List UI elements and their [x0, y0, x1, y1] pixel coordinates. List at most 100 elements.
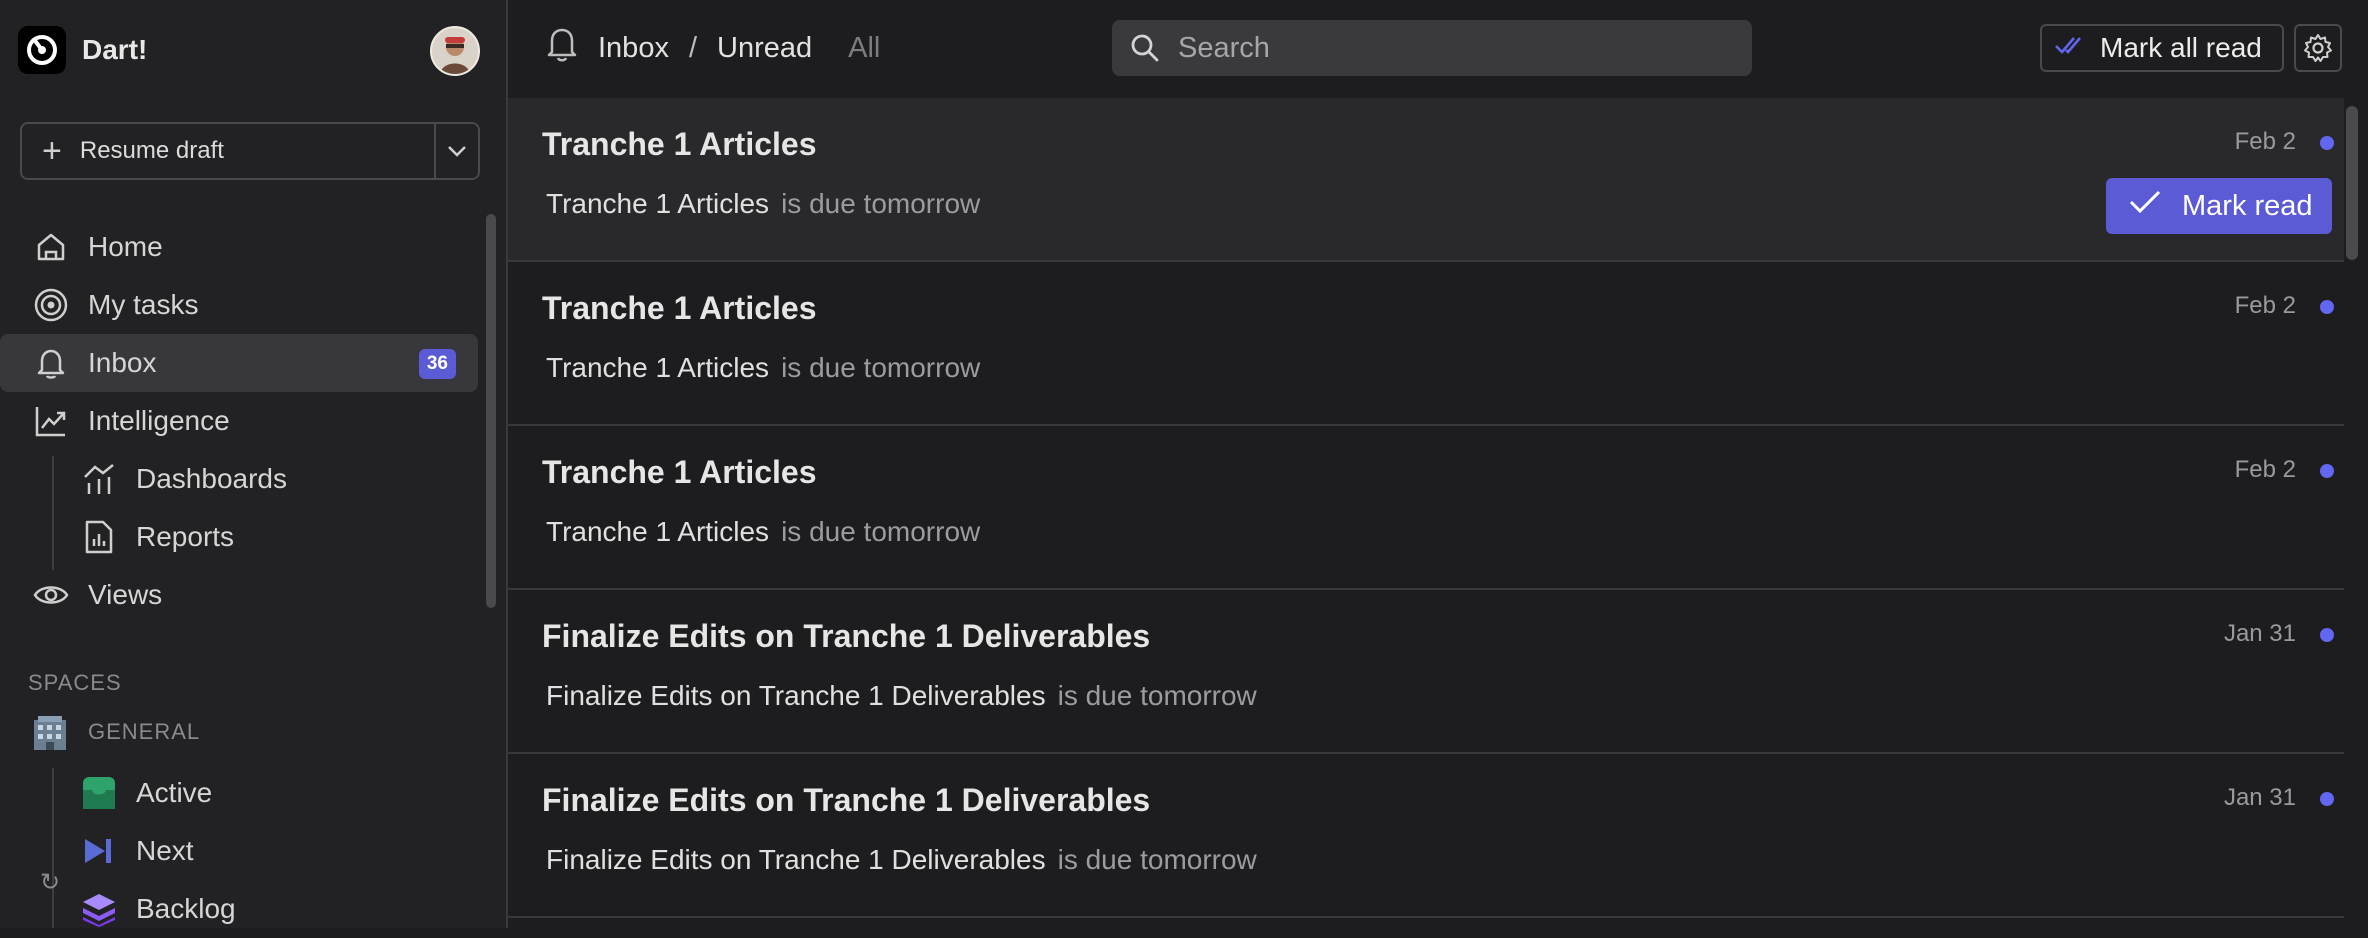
target-icon — [32, 286, 70, 324]
notification-message: is due tomorrow — [781, 516, 981, 547]
tab-unread[interactable]: Unread — [717, 32, 812, 65]
sidebar-item-intelligence[interactable]: Intelligence — [0, 392, 478, 450]
notification-message: is due tomorrow — [781, 188, 981, 219]
sidebar-item-dashboards[interactable]: Dashboards — [0, 450, 478, 508]
dartboard-item-next[interactable]: Next — [0, 822, 478, 880]
sidebar-item-label: Intelligence — [88, 405, 230, 436]
notification-date: Feb 2 — [2234, 456, 2296, 483]
breadcrumb-inbox[interactable]: Inbox — [598, 32, 669, 65]
sidebar: Dart! + Resume draft Home My tasks Inbox… — [0, 0, 508, 928]
unread-dot — [2320, 464, 2334, 478]
notification-task-link[interactable]: Tranche 1 Articles — [546, 188, 769, 219]
notification-date: Feb 2 — [2234, 292, 2296, 319]
topbar: Inbox / Unread All Mark all read — [508, 0, 2368, 96]
sidebar-item-my-tasks[interactable]: My tasks — [0, 276, 478, 334]
workspace-switcher[interactable]: Dart! — [18, 24, 480, 76]
dartboard-list: Active Next Backlog — [0, 764, 478, 938]
check-icon — [2128, 189, 2162, 223]
unread-count-badge: 36 — [418, 349, 456, 379]
notification-body: Tranche 1 Articles is due tomorrow — [546, 516, 980, 548]
notification-date: Jan 31 — [2223, 784, 2296, 811]
notification-title: Finalize Edits on Tranche 1 Deliverables — [542, 782, 1151, 818]
unread-dot — [2320, 792, 2334, 806]
dart-logo-icon — [18, 26, 66, 74]
inbox-tray-icon — [80, 774, 118, 812]
sidebar-item-label: My tasks — [88, 289, 199, 320]
sidebar-scrollbar[interactable] — [486, 214, 496, 608]
bell-icon — [32, 344, 70, 382]
notification-title: Tranche 1 Articles — [542, 290, 817, 326]
notification-title: Finalize Edits on Tranche 1 Deliverables — [542, 618, 1151, 654]
search-icon — [1131, 34, 1159, 62]
dartboard-label: Active — [136, 777, 213, 808]
workspace-name: Dart! — [82, 34, 148, 65]
tab-all[interactable]: All — [848, 32, 880, 65]
notification-message: is due tomorrow — [781, 352, 981, 383]
bell-icon — [544, 25, 580, 71]
breadcrumb: Inbox / Unread All — [544, 22, 880, 74]
notification-item[interactable]: Finalize Edits on Tranche 1 Deliverables… — [508, 754, 2344, 918]
sidebar-item-label: Inbox — [88, 347, 157, 378]
sidebar-nav: Home My tasks Inbox 36 Intelligence Dash… — [0, 218, 478, 624]
dartboard-label: Backlog — [136, 893, 236, 924]
sidebar-item-reports[interactable]: Reports — [0, 508, 478, 566]
notification-body: Tranche 1 Articles is due tomorrow — [546, 352, 980, 384]
notification-body: Finalize Edits on Tranche 1 Deliverables… — [546, 680, 1257, 712]
resume-draft-button[interactable]: + Resume draft — [22, 124, 434, 178]
notification-title: Tranche 1 Articles — [542, 126, 817, 162]
dartboard-item-active[interactable]: Active — [0, 764, 478, 822]
chevron-down-icon — [448, 146, 466, 157]
resume-draft-control: + Resume draft — [20, 122, 480, 180]
notification-task-link[interactable]: Finalize Edits on Tranche 1 Deliverables — [546, 680, 1046, 711]
dashboards-icon — [80, 460, 118, 498]
mark-all-read-button[interactable]: Mark all read — [2040, 24, 2284, 72]
main-scrollbar[interactable] — [2346, 106, 2358, 260]
notification-item[interactable]: Tranche 1 Articles Tranche 1 Articles is … — [508, 426, 2344, 590]
notification-body: Finalize Edits on Tranche 1 Deliverables… — [546, 844, 1257, 876]
notification-body: Tranche 1 Articles is due tomorrow — [546, 188, 980, 220]
dartboard-item-backlog[interactable]: Backlog — [0, 880, 478, 938]
spaces-heading: SPACES — [28, 670, 122, 695]
notification-item[interactable]: Tranche 1 Articles Tranche 1 Articles is … — [508, 98, 2344, 262]
notification-message: is due tomorrow — [1057, 680, 1257, 711]
space-general[interactable]: GENERAL — [30, 712, 200, 752]
mark-read-button[interactable]: Mark read — [2106, 178, 2332, 234]
inbox-main: Inbox / Unread All Mark all read Tranche… — [508, 0, 2368, 928]
sidebar-item-label: Dashboards — [136, 463, 287, 494]
next-arrow-icon — [80, 832, 118, 870]
notification-item[interactable]: Tranche 1 Articles Tranche 1 Articles is … — [508, 262, 2344, 426]
double-check-icon — [2054, 32, 2086, 64]
search-bar — [1112, 20, 1752, 76]
notification-message: is due tomorrow — [1057, 844, 1257, 875]
plus-icon: + — [42, 132, 62, 170]
report-icon — [80, 518, 118, 556]
sidebar-item-views[interactable]: Views — [0, 566, 478, 624]
sidebar-item-home[interactable]: Home — [0, 218, 478, 276]
avatar[interactable] — [430, 26, 480, 76]
refresh-icon[interactable]: ↻ — [40, 868, 60, 897]
sidebar-item-label: Views — [88, 579, 163, 610]
notification-task-link[interactable]: Finalize Edits on Tranche 1 Deliverables — [546, 844, 1046, 875]
notification-item[interactable]: Finalize Edits on Tranche 1 Deliverables… — [508, 590, 2344, 754]
gear-icon — [2304, 34, 2332, 62]
inbox-settings-button[interactable] — [2294, 24, 2342, 72]
building-icon — [30, 712, 70, 752]
layers-icon — [80, 890, 118, 928]
mark-read-label: Mark read — [2182, 189, 2313, 222]
unread-dot — [2320, 136, 2334, 150]
home-icon — [32, 228, 70, 266]
search-input[interactable] — [1176, 30, 1740, 66]
dartboard-label: Next — [136, 835, 194, 866]
trend-chart-icon — [32, 402, 70, 440]
eye-icon — [32, 576, 70, 614]
notification-title: Tranche 1 Articles — [542, 454, 817, 490]
mark-all-read-label: Mark all read — [2100, 32, 2262, 63]
sidebar-item-inbox[interactable]: Inbox 36 — [0, 334, 478, 392]
notification-date: Feb 2 — [2234, 128, 2296, 155]
notification-task-link[interactable]: Tranche 1 Articles — [546, 352, 769, 383]
notification-task-link[interactable]: Tranche 1 Articles — [546, 516, 769, 547]
resume-draft-dropdown[interactable] — [434, 124, 478, 178]
unread-dot — [2320, 300, 2334, 314]
unread-dot — [2320, 628, 2334, 642]
space-name: GENERAL — [88, 719, 201, 744]
